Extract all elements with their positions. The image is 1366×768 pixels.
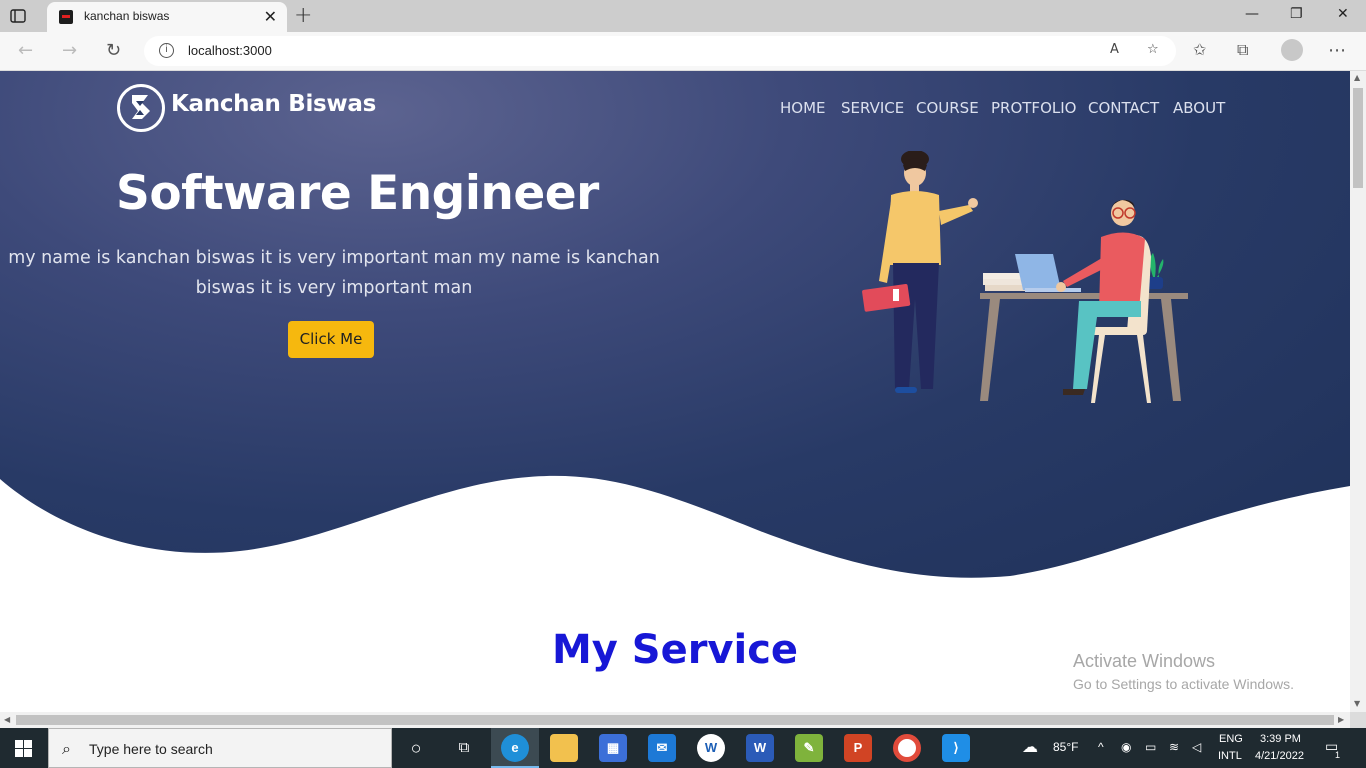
url-text: localhost:3000 — [188, 43, 272, 58]
microsoft-store-icon[interactable]: ▦ — [599, 734, 627, 762]
scroll-right-icon[interactable]: ▶ — [1338, 715, 1344, 724]
browser-tab[interactable]: kanchan biswas ✕ — [47, 2, 287, 32]
scroll-up-icon[interactable]: ▲ — [1354, 73, 1360, 82]
close-tab-icon[interactable]: ✕ — [264, 7, 277, 26]
wifi-icon[interactable]: ≋ — [1169, 740, 1179, 754]
scroll-down-icon[interactable]: ▼ — [1354, 699, 1360, 708]
office-illustration — [862, 151, 1188, 403]
scroll-left-icon[interactable]: ◀ — [4, 715, 10, 724]
windows-taskbar: ⌕ Type here to search ○ ⧉ e ▦ ✉ W W ✎ P … — [0, 728, 1366, 768]
nav-home[interactable]: HOME — [780, 99, 826, 117]
minimize-icon[interactable]: — — [1245, 6, 1259, 22]
nav-about[interactable]: ABOUT — [1173, 99, 1225, 117]
nav-course[interactable]: COURSE — [916, 99, 979, 117]
vertical-scrollbar[interactable]: ▲ ▼ — [1350, 71, 1366, 712]
nav-service[interactable]: SERVICE — [841, 99, 904, 117]
profile-avatar[interactable] — [1281, 39, 1303, 61]
search-placeholder: Type here to search — [89, 741, 213, 757]
tab-actions-icon[interactable] — [10, 8, 26, 24]
vertical-scroll-thumb[interactable] — [1353, 88, 1363, 188]
keyboard-layout[interactable]: INTL — [1218, 750, 1242, 762]
forward-icon[interactable]: → — [62, 40, 77, 61]
scrollbar-corner — [1350, 712, 1366, 728]
weather-temp[interactable]: 85°F — [1053, 740, 1078, 754]
vscode-icon[interactable]: ⟩ — [942, 734, 970, 762]
read-aloud-icon[interactable]: A — [1110, 42, 1119, 57]
more-menu-icon[interactable]: ⋯ — [1328, 40, 1346, 61]
meet-now-icon[interactable]: ◉ — [1121, 740, 1131, 754]
click-me-button[interactable]: Click Me — [288, 321, 374, 358]
restore-icon[interactable]: ❐ — [1290, 6, 1303, 22]
taskbar-search-box[interactable]: ⌕ Type here to search — [48, 728, 392, 768]
back-icon[interactable]: ← — [18, 40, 33, 61]
horizontal-scrollbar[interactable]: ◀ ▶ — [0, 712, 1350, 728]
close-window-icon[interactable]: ✕ — [1337, 6, 1349, 22]
language-code[interactable]: ENG — [1219, 733, 1243, 745]
hero-title: Software Engineer — [116, 166, 599, 221]
add-favorite-icon[interactable]: ☆ — [1147, 42, 1159, 57]
writer-app-icon[interactable]: W — [697, 734, 725, 762]
search-icon: ⌕ — [62, 739, 71, 758]
weather-cloud-icon[interactable]: ☁ — [1022, 737, 1038, 757]
browser-tab-bar: kanchan biswas ✕ + — ❐ ✕ — [0, 0, 1366, 32]
browser-toolbar: ← → ↻ i localhost:3000 A ☆ ✩ ⧉ ⋯ — [0, 32, 1366, 71]
clock-date[interactable]: 4/21/2022 — [1255, 750, 1304, 762]
logo-icon[interactable] — [117, 84, 165, 132]
chrome-icon[interactable] — [893, 734, 921, 762]
new-tab-button[interactable]: + — [294, 3, 312, 28]
collections-icon[interactable]: ⧉ — [1237, 40, 1248, 60]
powerpoint-icon[interactable]: P — [844, 734, 872, 762]
notification-count: 1 — [1335, 750, 1341, 760]
task-view-icon[interactable]: ⧉ — [450, 734, 478, 762]
battery-icon[interactable]: ▭ — [1145, 740, 1156, 754]
windows-start-icon[interactable] — [15, 740, 32, 757]
tray-chevron-up-icon[interactable]: ^ — [1098, 740, 1104, 754]
activate-windows-title: Activate Windows — [1073, 651, 1216, 671]
nav-contact[interactable]: CONTACT — [1088, 99, 1159, 117]
clock-time[interactable]: 3:39 PM — [1260, 733, 1301, 745]
file-explorer-icon[interactable] — [550, 734, 578, 762]
edge-browser-icon[interactable]: e — [501, 734, 529, 762]
volume-icon[interactable]: ◁ — [1192, 740, 1201, 754]
nav-portfolio[interactable]: PROTFOLIO — [991, 99, 1076, 117]
favorites-icon[interactable]: ✩ — [1193, 40, 1206, 59]
webpage: Kanchan Biswas HOME SERVICE COURSE PROTF… — [0, 71, 1350, 712]
tab-title: kanchan biswas — [84, 9, 170, 23]
refresh-icon[interactable]: ↻ — [106, 40, 121, 61]
logo-text[interactable]: Kanchan Biswas — [171, 91, 376, 117]
site-info-icon[interactable]: i — [159, 43, 174, 58]
notepad-plus-icon[interactable]: ✎ — [795, 734, 823, 762]
mail-icon[interactable]: ✉ — [648, 734, 676, 762]
cortana-icon[interactable]: ○ — [402, 734, 430, 762]
word-icon[interactable]: W — [746, 734, 774, 762]
activate-windows-hint: Go to Settings to activate Windows. — [1073, 676, 1294, 692]
hero-description: my name is kanchan biswas it is very imp… — [8, 248, 660, 298]
site-favicon-icon — [59, 10, 73, 24]
address-bar[interactable]: i localhost:3000 A ☆ — [144, 36, 1176, 66]
horizontal-scroll-thumb[interactable] — [16, 715, 1334, 725]
